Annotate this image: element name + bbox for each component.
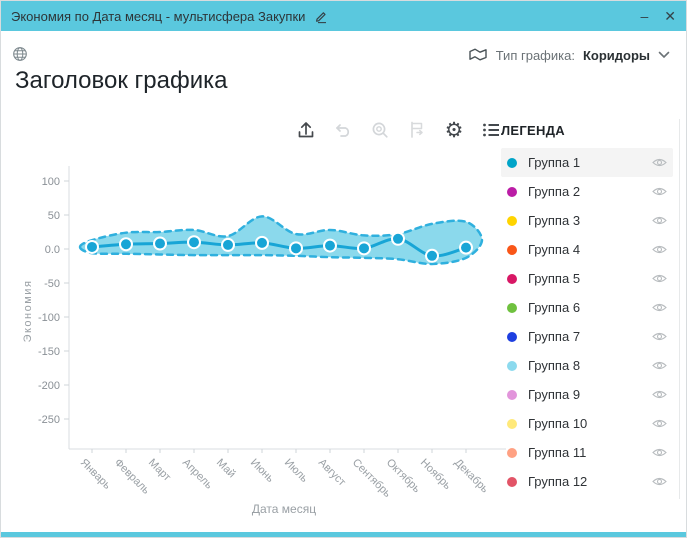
minimize-button[interactable]: –	[640, 9, 648, 23]
edit-title-icon[interactable]	[313, 9, 328, 24]
data-point[interactable]	[460, 242, 472, 254]
data-point[interactable]	[154, 238, 166, 250]
legend-item-label: Группа 2	[528, 184, 652, 199]
x-tick-label: Июнь	[248, 457, 276, 485]
x-tick-label: Апрель	[180, 457, 215, 492]
x-tick-label: Март	[146, 457, 173, 484]
y-tick-label: -100	[38, 312, 60, 324]
legend-scrollbar-track[interactable]	[679, 119, 680, 499]
legend-item-label: Группа 3	[528, 213, 652, 228]
legend-item-label: Группа 11	[528, 445, 652, 460]
eye-icon[interactable]	[652, 331, 667, 342]
chart-type-selector[interactable]: Тип графика: Коридоры	[468, 47, 670, 63]
eye-icon[interactable]	[652, 215, 667, 226]
legend-item-label: Группа 8	[528, 358, 652, 373]
legend-item-label: Группа 9	[528, 387, 652, 402]
window-title: Экономия по Дата месяц - мультисфера Зак…	[11, 9, 305, 24]
eye-icon[interactable]	[652, 273, 667, 284]
y-axis-title: Экономия	[22, 280, 34, 343]
flag-icon	[406, 119, 428, 141]
pencil-icon	[313, 9, 328, 24]
data-point[interactable]	[222, 239, 234, 251]
chart-type-value: Коридоры	[583, 48, 650, 63]
y-tick-label: -150	[38, 346, 60, 358]
corridor-band	[80, 216, 482, 264]
x-tick-label: Август	[316, 457, 348, 489]
corridor-ribbon-icon	[468, 47, 488, 63]
eye-icon[interactable]	[652, 244, 667, 255]
chart-toolbar: ⚙	[293, 117, 504, 143]
eye-icon[interactable]	[652, 186, 667, 197]
x-tick-label: Ноябрь	[418, 457, 454, 493]
data-point[interactable]	[426, 250, 438, 262]
x-tick-label: Февраль	[112, 457, 152, 497]
legend-item-label: Группа 5	[528, 271, 652, 286]
page-title: Заголовок графика	[15, 67, 227, 95]
eye-icon[interactable]	[652, 157, 667, 168]
y-tick-label: -200	[38, 380, 60, 392]
x-tick-label: Январь	[78, 457, 113, 492]
eye-icon[interactable]	[652, 302, 667, 313]
data-point[interactable]	[86, 241, 98, 253]
data-point[interactable]	[324, 240, 336, 252]
data-point[interactable]	[256, 237, 268, 249]
eye-icon[interactable]	[652, 476, 667, 487]
data-point[interactable]	[120, 238, 132, 250]
legend-item-label: Группа 4	[528, 242, 652, 257]
window-titlebar: Экономия по Дата месяц - мультисфера Зак…	[1, 1, 686, 31]
legend-item-label: Группа 7	[528, 329, 652, 344]
undo-icon	[332, 119, 354, 141]
y-tick-label: 0.0	[45, 244, 60, 256]
gear-icon: ⚙	[445, 120, 464, 141]
data-point[interactable]	[188, 236, 200, 248]
window-bottom-border	[1, 532, 686, 537]
export-button[interactable]	[293, 117, 319, 143]
data-point[interactable]	[358, 242, 370, 254]
multisphere-globe-icon	[12, 46, 28, 67]
x-tick-label: Июль	[282, 457, 311, 486]
chart-window: Экономия по Дата месяц - мультисфера Зак…	[0, 0, 687, 538]
list-icon	[480, 119, 502, 141]
legend-item-label: Группа 12	[528, 474, 652, 489]
chart-type-label: Тип графика:	[496, 48, 575, 63]
data-point[interactable]	[392, 233, 404, 245]
close-button[interactable]: ✕	[664, 9, 676, 23]
upload-icon	[295, 119, 317, 141]
eye-icon[interactable]	[652, 360, 667, 371]
legend-item-label: Группа 1	[528, 155, 652, 170]
eye-icon[interactable]	[652, 418, 667, 429]
data-point[interactable]	[290, 242, 302, 254]
zoom-button[interactable]	[367, 117, 393, 143]
x-tick-label: Декабрь	[452, 457, 491, 496]
settings-button[interactable]: ⚙	[441, 117, 467, 143]
undo-button[interactable]	[330, 117, 356, 143]
y-tick-label: 50	[48, 210, 60, 222]
magnifier-icon	[369, 119, 391, 141]
legend-item-label: Группа 6	[528, 300, 652, 315]
eye-icon[interactable]	[652, 389, 667, 400]
x-tick-label: Май	[214, 457, 238, 481]
eye-icon[interactable]	[652, 447, 667, 458]
y-tick-label: -50	[44, 278, 60, 290]
y-tick-label: -250	[38, 414, 60, 426]
legend-title: ЛЕГЕНДА	[501, 123, 673, 138]
y-tick-label: 100	[42, 176, 60, 188]
x-axis-title: Дата месяц	[252, 502, 316, 516]
flag-button[interactable]	[404, 117, 430, 143]
chart-canvas: 100 50 0.0 -50 -100 -150 -200 -250 ЯнварьФевраль…	[1, 151, 531, 534]
legend-item-label: Группа 10	[528, 416, 652, 431]
chevron-down-icon	[658, 51, 670, 59]
